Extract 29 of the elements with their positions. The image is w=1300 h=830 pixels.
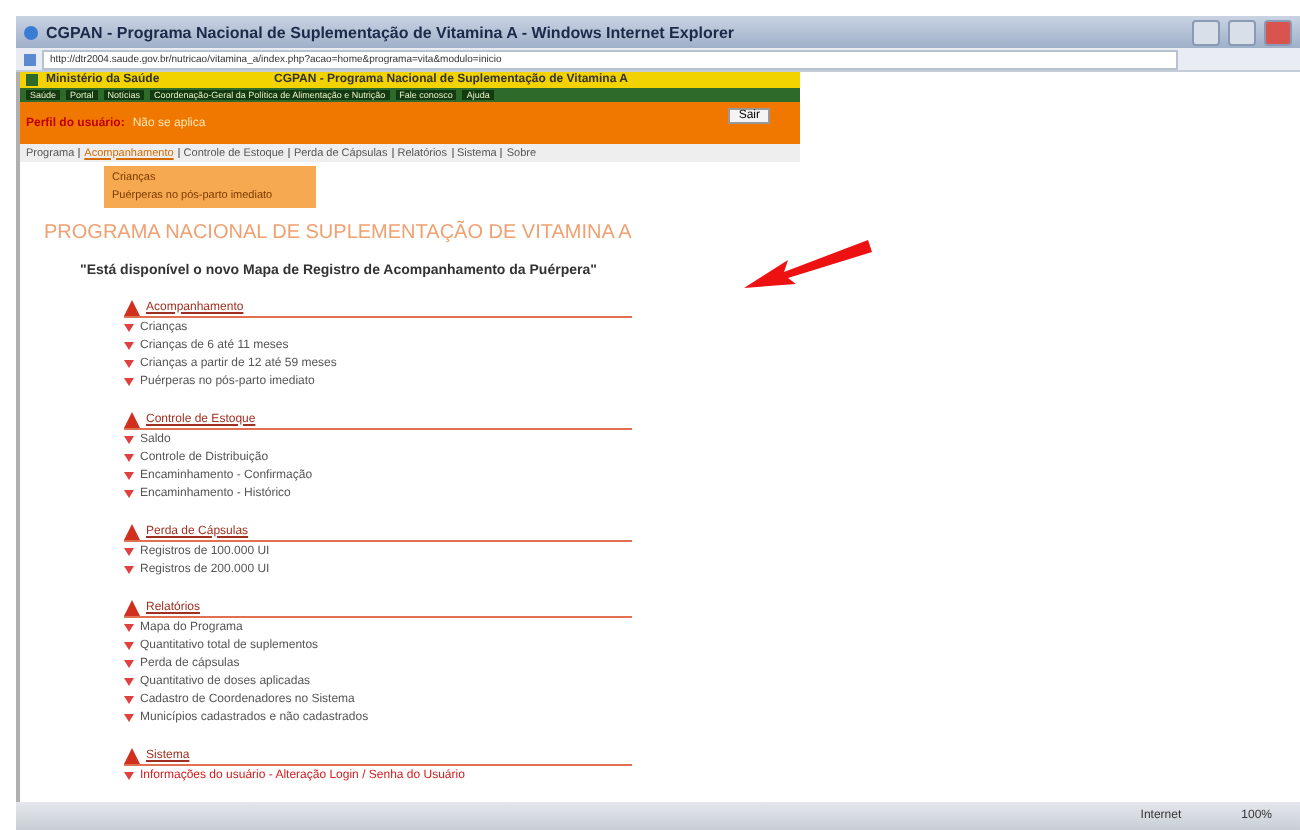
bullet-icon xyxy=(124,359,134,367)
bullet-icon xyxy=(124,659,134,667)
window-title: CGPAN - Programa Nacional de Suplementação de Vitamina A - Windows Internet Explorer xyxy=(46,23,736,41)
bullet-icon xyxy=(124,641,134,649)
bullet-icon xyxy=(124,471,134,479)
triangle-icon xyxy=(124,299,140,315)
page-icon xyxy=(24,53,36,65)
page-heading: PROGRAMA NACIONAL DE SUPLEMENTAÇÃO DE VITAMINA A xyxy=(44,222,634,244)
triangle-icon xyxy=(124,599,140,615)
triangle-icon xyxy=(124,411,140,427)
bullet-icon xyxy=(124,323,134,331)
bullet-icon xyxy=(124,435,134,443)
bullet-icon xyxy=(124,547,134,555)
bullet-icon xyxy=(124,565,134,573)
browser-icon xyxy=(24,25,38,39)
bullet-icon xyxy=(124,623,134,631)
triangle-icon xyxy=(124,747,140,763)
bullet-icon xyxy=(124,677,134,685)
bullet-icon xyxy=(124,453,134,461)
close-button[interactable] xyxy=(1264,19,1292,45)
triangle-icon xyxy=(124,523,140,539)
maximize-button[interactable] xyxy=(1228,19,1256,45)
bullet-icon xyxy=(124,489,134,497)
bullet-icon xyxy=(124,341,134,349)
bullet-icon xyxy=(124,713,134,721)
bullet-icon xyxy=(124,771,134,779)
minimize-button[interactable] xyxy=(1192,19,1220,45)
bullet-icon xyxy=(124,377,134,385)
bullet-icon xyxy=(124,695,134,703)
